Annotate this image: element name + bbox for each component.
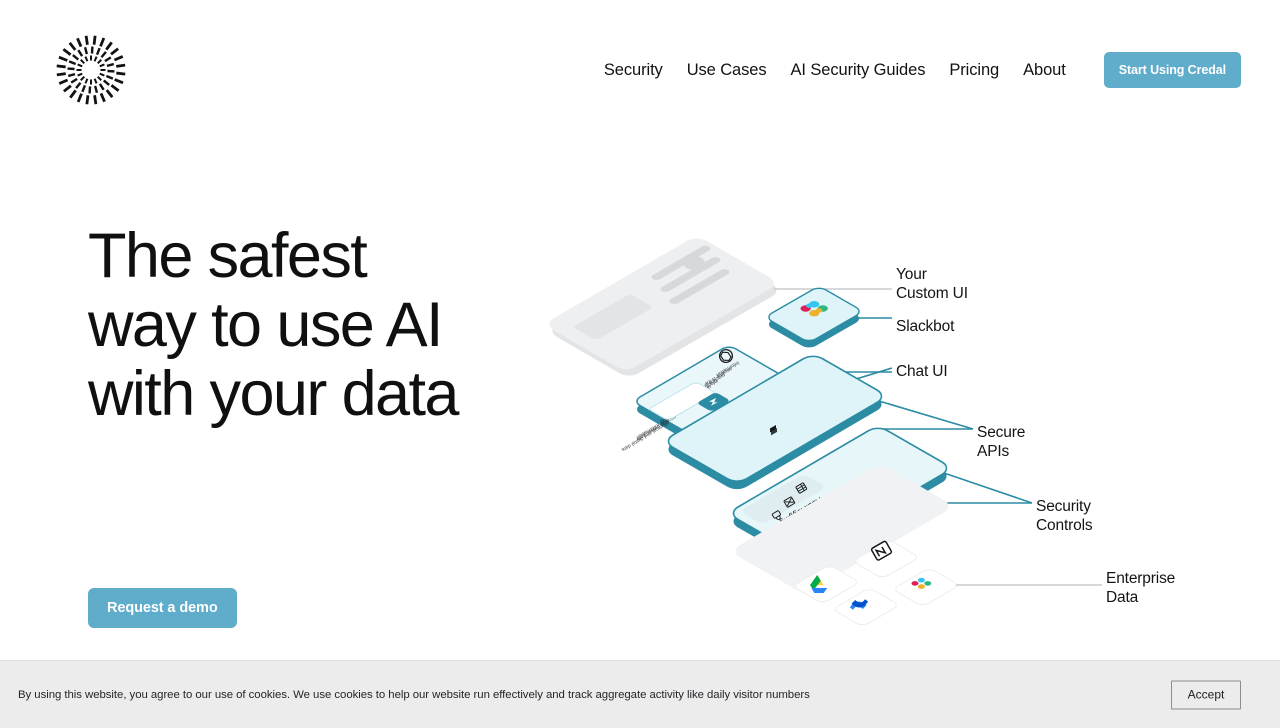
main-nav: Security Use Cases AI Security Guides Pr… <box>604 52 1241 88</box>
request-a-demo-button[interactable]: Request a demo <box>88 588 237 628</box>
page-root: Security Use Cases AI Security Guides Pr… <box>0 0 1280 728</box>
credal-sunburst-logo[interactable] <box>50 29 132 111</box>
label-your-custom-ui: Your Custom UI <box>896 266 968 302</box>
cookie-message: By using this website, you agree to our … <box>18 688 810 701</box>
logo-svg <box>56 35 126 105</box>
label-slackbot: Slackbot <box>896 318 955 335</box>
slackbot-card <box>768 287 860 348</box>
label-chat-ui: Chat UI <box>896 363 948 380</box>
svg-text:physical and digital data: physical and digital data <box>620 419 670 452</box>
cookie-banner: By using this website, you agree to our … <box>0 660 1280 728</box>
hero-title-line-3: with your data <box>88 359 459 429</box>
hero-title-line-2: way to use AI <box>88 290 444 360</box>
nav-item-use-cases[interactable]: Use Cases <box>675 53 779 87</box>
nav-item-about[interactable]: About <box>1011 53 1078 87</box>
hero-text-block: The safest way to use AI with your data <box>88 222 558 429</box>
label-enterprise-data: Enterprise Data <box>1106 570 1176 606</box>
label-security-controls: Security Controls <box>1036 498 1093 534</box>
leader-line-security-controls <box>943 472 1033 504</box>
page-title: The safest way to use AI with your data <box>88 222 558 429</box>
nav-item-ai-security-guides[interactable]: AI Security Guides <box>779 53 938 87</box>
site-header: Security Use Cases AI Security Guides Pr… <box>0 0 1280 140</box>
nav-item-pricing[interactable]: Pricing <box>937 53 1011 87</box>
hero-title-line-1: The safest <box>88 221 368 291</box>
leader-line-secure-apis <box>878 400 974 430</box>
start-using-credal-button[interactable]: Start Using Credal <box>1103 52 1241 88</box>
label-secure-apis: Secure APIs <box>977 424 1026 460</box>
confluence-icon[interactable] <box>835 589 897 626</box>
slack-data-icon[interactable] <box>895 569 957 606</box>
cookie-accept-button[interactable]: Accept <box>1171 680 1241 709</box>
nav-item-security[interactable]: Security <box>604 53 675 87</box>
